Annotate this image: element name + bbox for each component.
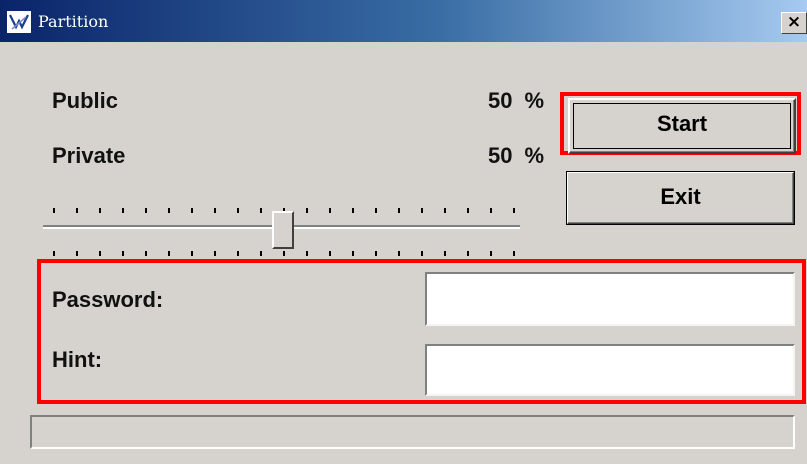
slider-tick	[398, 208, 400, 213]
slider-tick	[53, 251, 55, 256]
hint-field[interactable]	[425, 344, 795, 396]
private-percent-symbol: %	[524, 143, 544, 168]
public-percent-symbol: %	[524, 88, 544, 113]
slider-tick	[76, 251, 78, 256]
slider-tick	[421, 251, 423, 256]
slider-tick	[306, 251, 308, 256]
private-label: Private	[52, 143, 126, 168]
slider-tick	[260, 208, 262, 213]
slider-tick	[237, 251, 239, 256]
close-icon: ×	[786, 12, 802, 32]
exit-button[interactable]: Exit	[566, 171, 795, 225]
slider-tick	[375, 251, 377, 256]
slider-tick	[145, 208, 147, 213]
slider-tick	[53, 208, 55, 213]
slider-tick	[168, 208, 170, 213]
partition-slider[interactable]	[40, 198, 520, 258]
slider-tick	[99, 251, 101, 256]
partition-window: Partition × Public 50% Private 50% Start…	[0, 0, 807, 464]
slider-tick	[237, 208, 239, 213]
slider-tick	[122, 208, 124, 213]
public-percent: 50%	[464, 88, 544, 114]
slider-tick	[214, 251, 216, 256]
slider-tick	[375, 208, 377, 213]
slider-tick	[191, 251, 193, 256]
password-field[interactable]	[425, 272, 795, 326]
slider-tick	[191, 208, 193, 213]
slider-tick	[168, 251, 170, 256]
slider-tick	[214, 208, 216, 213]
slider-tick	[306, 208, 308, 213]
public-percent-value: 50	[487, 88, 513, 113]
slider-tick	[444, 251, 446, 256]
slider-tick	[260, 251, 262, 256]
close-button[interactable]: ×	[781, 12, 807, 34]
public-label: Public	[52, 88, 119, 113]
title-bar[interactable]: Partition ×	[0, 0, 807, 42]
hint-label: Hint:	[52, 347, 103, 372]
slider-tick	[467, 251, 469, 256]
slider-tick	[329, 208, 331, 213]
password-label: Password:	[52, 287, 164, 312]
window-title: Partition	[38, 12, 109, 31]
slider-tick	[467, 208, 469, 213]
slider-tick	[352, 251, 354, 256]
status-bar	[30, 415, 795, 449]
slider-tick	[76, 208, 78, 213]
slider-tick	[283, 251, 285, 256]
slider-tick	[352, 208, 354, 213]
start-button[interactable]: Start	[568, 98, 796, 154]
slider-tick	[513, 208, 515, 213]
slider-tick	[398, 251, 400, 256]
partition-app-icon	[7, 11, 31, 33]
private-percent: 50%	[464, 143, 544, 169]
slider-tick	[490, 208, 492, 213]
slider-tick	[490, 251, 492, 256]
slider-tick	[513, 251, 515, 256]
slider-tick	[122, 251, 124, 256]
slider-thumb[interactable]	[272, 211, 294, 249]
slider-tick	[421, 208, 423, 213]
slider-tick	[329, 251, 331, 256]
slider-tick	[145, 251, 147, 256]
private-percent-value: 50	[487, 143, 513, 168]
slider-tick	[444, 208, 446, 213]
slider-tick	[99, 208, 101, 213]
